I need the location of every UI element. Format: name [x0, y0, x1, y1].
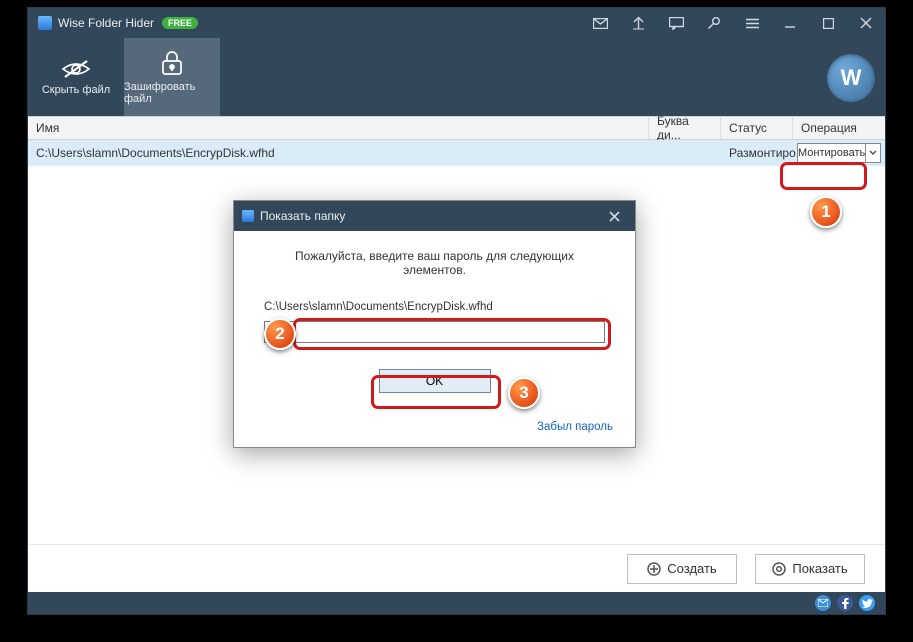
table-row[interactable]: C:\Users\slamn\Documents\EncrypDisk.wfhd…	[28, 140, 885, 166]
hide-file-label: Скрыть файл	[42, 84, 110, 96]
col-name[interactable]: Имя	[28, 117, 649, 139]
share-facebook-icon[interactable]	[837, 595, 853, 611]
dialog-prompt: Пожалуйста, введите ваш пароль для следу…	[264, 249, 605, 277]
dialog-path: C:\Users\slamn\Documents\EncrypDisk.wfhd	[264, 301, 605, 313]
update-icon[interactable]	[619, 8, 657, 38]
free-badge: FREE	[162, 17, 198, 29]
footer: Создать Показать	[28, 544, 885, 592]
op-dropdown-button[interactable]	[866, 143, 881, 163]
dialog-title: Показать папку	[260, 209, 345, 223]
maximize-button[interactable]	[809, 8, 847, 38]
hide-file-button[interactable]: Скрыть файл	[28, 38, 124, 116]
brand-logo: W	[827, 54, 875, 102]
col-drive[interactable]: Буква ди...	[649, 117, 721, 139]
forgot-password-link[interactable]: Забыл пароль	[537, 421, 613, 433]
cell-path: C:\Users\slamn\Documents\EncrypDisk.wfhd	[28, 146, 649, 160]
share-mail-icon[interactable]	[815, 595, 831, 611]
ok-button[interactable]: OK	[379, 369, 491, 393]
minimize-button[interactable]	[771, 8, 809, 38]
mount-button[interactable]: Монтировать	[797, 143, 866, 163]
dialog-titlebar: Показать папку	[234, 201, 635, 231]
encrypt-file-label: Зашифровать файл	[124, 81, 220, 105]
create-button[interactable]: Создать	[627, 554, 737, 584]
app-icon	[38, 16, 52, 30]
password-input[interactable]	[264, 321, 605, 343]
dialog-icon	[242, 210, 254, 222]
table-header: Имя Буква ди... Статус Операция	[28, 116, 885, 140]
show-button[interactable]: Показать	[755, 554, 865, 584]
encrypt-file-button[interactable]: Зашифровать файл	[124, 38, 220, 116]
statusbar	[28, 592, 885, 614]
tools-icon[interactable]	[695, 8, 733, 38]
cell-op: Монтировать	[793, 143, 885, 163]
mail-icon[interactable]	[581, 8, 619, 38]
col-op[interactable]: Операция	[793, 117, 885, 139]
dialog-close-button[interactable]	[601, 201, 627, 231]
close-button[interactable]	[847, 8, 885, 38]
toolbar: Скрыть файл Зашифровать файл W	[28, 38, 885, 116]
cell-status: Размонтиро...	[721, 146, 793, 160]
col-status[interactable]: Статус	[721, 117, 793, 139]
dialog-body: Пожалуйста, введите ваш пароль для следу…	[234, 231, 635, 447]
titlebar: Wise Folder Hider FREE	[28, 8, 885, 38]
share-twitter-icon[interactable]	[859, 595, 875, 611]
password-dialog: Показать папку Пожалуйста, введите ваш п…	[233, 200, 636, 448]
app-title: Wise Folder Hider	[58, 16, 154, 30]
menu-icon[interactable]	[733, 8, 771, 38]
feedback-icon[interactable]	[657, 8, 695, 38]
